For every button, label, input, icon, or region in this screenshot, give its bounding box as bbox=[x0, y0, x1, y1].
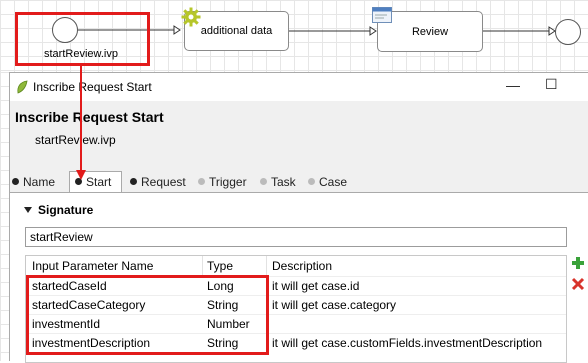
window-form-icon bbox=[372, 7, 392, 23]
user-task-node[interactable]: Review bbox=[377, 11, 483, 52]
tab-case[interactable]: Case bbox=[308, 172, 356, 192]
process-canvas: startReview.ivp additional data Review bbox=[0, 0, 588, 72]
remove-icon[interactable] bbox=[571, 277, 585, 291]
start-event-highlight bbox=[15, 12, 150, 66]
filled-dot-icon bbox=[12, 178, 19, 185]
dialog-heading: Inscribe Request Start bbox=[15, 109, 164, 125]
tab-request[interactable]: Request bbox=[130, 172, 192, 192]
column-divider bbox=[266, 256, 267, 275]
param-description-cell: it will get case.category bbox=[272, 298, 397, 312]
column-header-type[interactable]: Type bbox=[207, 256, 233, 275]
window-title: Inscribe Request Start bbox=[33, 80, 152, 94]
signature-section-label: Signature bbox=[38, 203, 94, 217]
parameter-table: Input Parameter Name Type Description st… bbox=[25, 255, 567, 363]
collapse-triangle-icon[interactable] bbox=[24, 207, 32, 213]
param-description-cell: it will get case.id bbox=[272, 279, 360, 293]
app-leaf-icon bbox=[16, 80, 28, 94]
user-task-label: Review bbox=[411, 26, 449, 38]
empty-dot-icon bbox=[198, 178, 205, 185]
dialog-subheading: startReview.ivp bbox=[35, 133, 116, 147]
inscribe-dialog: Inscribe Request Start — ☐ Inscribe Requ… bbox=[9, 72, 588, 363]
tab-task[interactable]: Task bbox=[260, 172, 306, 192]
tab-start[interactable]: Start bbox=[69, 171, 122, 192]
column-header-description[interactable]: Description bbox=[272, 256, 332, 275]
end-event-node[interactable] bbox=[555, 19, 581, 45]
empty-dot-icon bbox=[260, 178, 267, 185]
dialog-titlebar[interactable]: Inscribe Request Start — ☐ bbox=[10, 73, 588, 101]
column-divider bbox=[202, 256, 203, 275]
filled-dot-icon bbox=[130, 178, 137, 185]
empty-dot-icon bbox=[308, 178, 315, 185]
add-icon[interactable] bbox=[571, 256, 585, 270]
parameters-highlight bbox=[26, 275, 269, 355]
table-header: Input Parameter Name Type Description bbox=[26, 256, 566, 275]
maximize-button[interactable]: ☐ bbox=[545, 76, 558, 93]
column-header-name[interactable]: Input Parameter Name bbox=[32, 256, 153, 275]
minimize-button[interactable]: — bbox=[506, 77, 520, 93]
tab-name[interactable]: Name bbox=[12, 172, 68, 192]
tab-trigger[interactable]: Trigger bbox=[198, 172, 256, 192]
filled-dot-icon bbox=[75, 178, 82, 185]
gear-icon bbox=[181, 7, 201, 27]
param-description-cell: it will get case.customFields.investment… bbox=[272, 336, 543, 350]
signature-input[interactable]: startReview bbox=[25, 227, 567, 247]
